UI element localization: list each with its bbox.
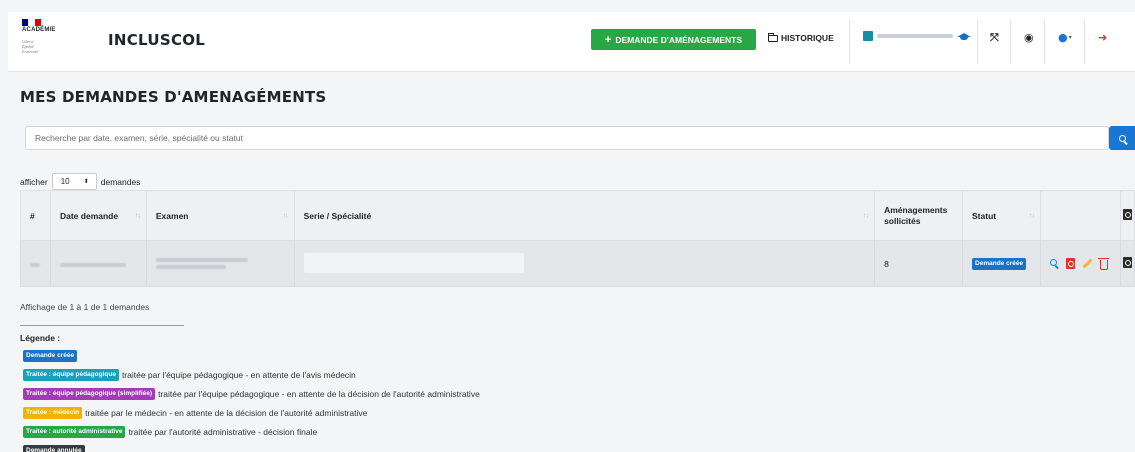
academie-label: ACADÉMIE [22, 27, 56, 33]
legend-badge: Traitée : équipe pédagogique (simplifiée… [23, 387, 156, 400]
top-header: ACADÉMIE Liberté Égalité Fraternité INCL… [8, 12, 1135, 72]
col-header-statut[interactable]: Statut ↑↓ [962, 190, 1041, 241]
table-row[interactable]: 8 Demande créée [20, 240, 1135, 287]
requests-table: # Date demande ↑↓ Examen ↑↓ Serie / Spécia… [20, 190, 1135, 287]
page-length-value: 10 [60, 177, 70, 186]
legend-badge: Traitée : médecin [23, 406, 83, 419]
col-header-date[interactable]: Date demande ↑↓ [49, 190, 147, 241]
cell-serie-redacted [293, 240, 876, 287]
cell-statut: Demande créée [962, 240, 1041, 287]
search-icon [1118, 134, 1126, 142]
question-circle-icon[interactable]: ●▾ [1058, 32, 1072, 44]
legend-description: traitée par l'autorité administrative - … [128, 426, 318, 437]
app-title[interactable]: INCLUSCOL [108, 31, 205, 49]
search-input[interactable] [25, 126, 1109, 150]
select-arrows-icon: ⬍ [83, 179, 89, 185]
file-pdf-icon[interactable] [1122, 257, 1132, 268]
col-header-export [1119, 190, 1135, 241]
page-length-suffix: demandes [100, 176, 141, 187]
expand-arrows-icon[interactable]: ⤧ [990, 32, 999, 44]
view-search-icon[interactable] [1049, 259, 1059, 268]
legend-description: traitée par l'équipe pédagogique - en at… [158, 388, 480, 399]
graduation-cap-icon [957, 32, 971, 41]
legend-badge: Demande annulée [23, 444, 85, 452]
folder-icon [768, 32, 778, 42]
col-header-serie[interactable]: Serie / Spécialité ↑↓ [293, 190, 876, 241]
table-header-row: # Date demande ↑↓ Examen ↑↓ Serie / Spécia… [20, 190, 1135, 241]
french-flag-icon [22, 19, 42, 26]
legend-title: Légende : [20, 333, 61, 343]
legend-description: traitée par l'équipe pédagogique - en at… [121, 369, 356, 380]
history-label: HISTORIQUE [781, 33, 834, 43]
sort-icon: ↑↓ [282, 212, 289, 219]
cell-actions [1039, 240, 1121, 287]
cell-export [1119, 240, 1135, 287]
status-legend: Légende : Demande créée Traitée : équipe … [20, 333, 480, 452]
eye-icon[interactable]: ◉ [1024, 32, 1034, 44]
col-header-exam[interactable]: Examen ↑↓ [145, 190, 295, 241]
sort-icon: ↑↓ [1028, 212, 1035, 219]
chevron-down-icon: ▾ [1068, 34, 1072, 41]
search-button[interactable] [1109, 126, 1135, 150]
header-divider [977, 20, 978, 64]
legend-divider [20, 325, 184, 326]
col-header-number[interactable]: # [20, 190, 51, 241]
sign-out-icon[interactable]: ➜ [1098, 32, 1107, 44]
legend-item: Traitée : autorité administrative traitée… [20, 422, 480, 441]
status-badge: Demande créée [972, 258, 1027, 270]
header-divider [849, 20, 850, 64]
legend-item: Demande annulée [20, 441, 480, 452]
user-avatar-icon [863, 31, 873, 41]
file-pdf-icon[interactable] [1122, 209, 1132, 220]
page-length-control: afficher 10 ⬍ demandes [20, 173, 140, 190]
cell-date-redacted [49, 240, 147, 287]
header-divider [1044, 20, 1045, 64]
republic-motto: Liberté Égalité Fraternité [22, 39, 39, 54]
col-header-amenagements[interactable]: Aménagements sollicités [874, 190, 964, 241]
file-pdf-icon[interactable] [1065, 258, 1075, 269]
legend-item: Demande créée [20, 346, 480, 365]
new-request-label: DEMANDE D'AMÉNAGEMENTS [615, 34, 743, 45]
page-title: MES DEMANDES D'AMENAGÉMENTS [20, 88, 327, 106]
history-button[interactable]: HISTORIQUE [768, 32, 834, 43]
plus-icon: + [604, 33, 612, 46]
cell-exam-redacted [145, 240, 295, 287]
table-summary: Affichage de 1 à 1 de 1 demandes [20, 302, 150, 312]
sort-icon: ↑↓ [863, 212, 869, 219]
page-length-select[interactable]: 10 ⬍ [51, 173, 97, 190]
legend-item: Traitée : équipe pédagogique (simplifiée… [20, 384, 480, 403]
edit-pencil-icon[interactable] [1082, 258, 1093, 269]
header-divider [1084, 20, 1085, 64]
cell-amenagements: 8 [874, 240, 964, 287]
legend-badge: Traitée : autorité administrative [23, 425, 126, 438]
user-name-redacted [877, 34, 953, 38]
header-divider [1010, 20, 1011, 64]
cell-number-redacted [20, 240, 51, 287]
col-header-actions [1039, 190, 1121, 241]
academie-logo[interactable]: ACADÉMIE Liberté Égalité Fraternité [22, 19, 68, 67]
page-length-prefix: afficher [20, 176, 48, 187]
legend-description: traitée par le médecin - en attente de l… [85, 407, 368, 418]
legend-badge: Traitée : équipe pédagogique [23, 368, 119, 381]
legend-item: Traitée : médecin traitée par le médecin … [20, 403, 480, 422]
legend-badge: Demande créée [23, 349, 78, 362]
sort-icon: ↑↓ [134, 212, 141, 219]
new-request-button[interactable]: + DEMANDE D'AMÉNAGEMENTS [591, 29, 756, 50]
legend-item: Traitée : équipe pédagogique traitée par … [20, 365, 480, 384]
user-menu[interactable] [863, 31, 971, 41]
delete-trash-icon[interactable] [1097, 257, 1109, 270]
